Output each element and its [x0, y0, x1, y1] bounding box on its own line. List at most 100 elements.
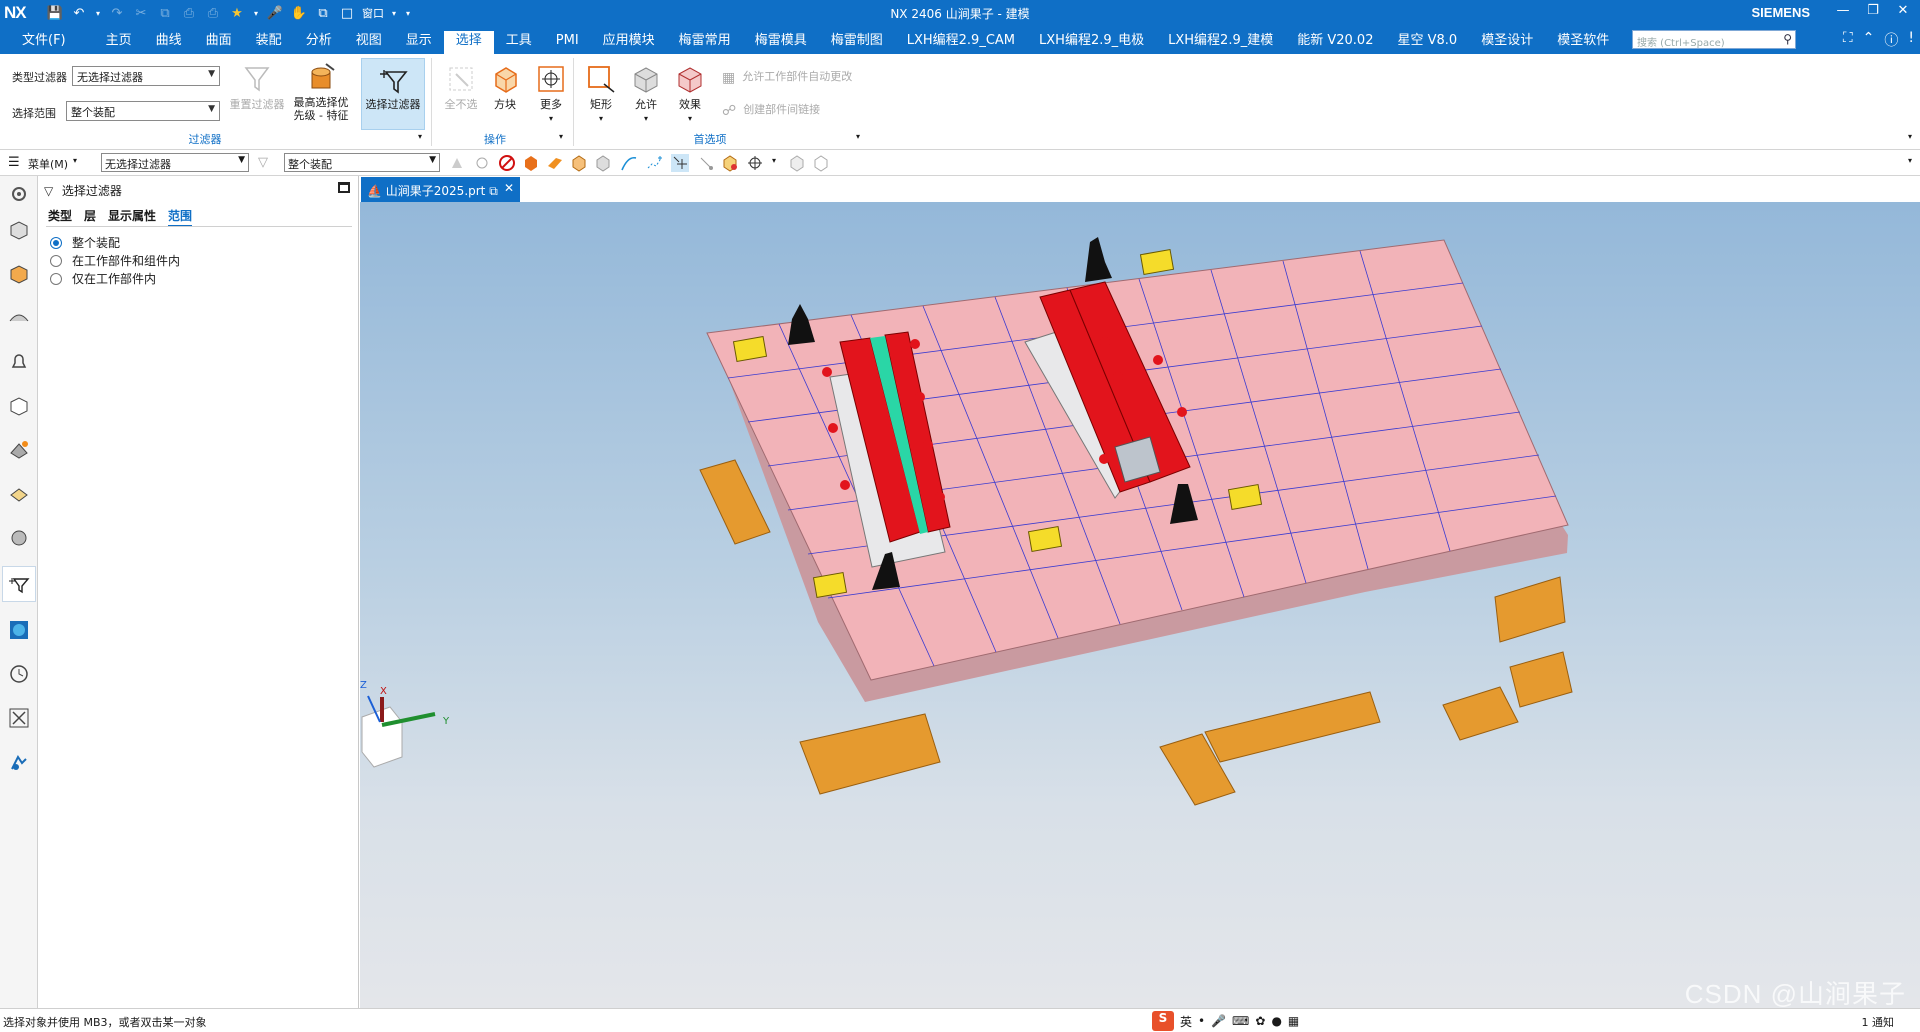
- assembly-navigator-icon[interactable]: [5, 216, 33, 244]
- wire-cube-icon[interactable]: [812, 154, 830, 172]
- end-point-icon[interactable]: [697, 154, 715, 172]
- ime-skin-icon[interactable]: ✿: [1255, 1014, 1265, 1028]
- group-expand-icon[interactable]: ▾: [856, 132, 860, 141]
- tools-icon[interactable]: [5, 704, 33, 732]
- ribbon-tab-21[interactable]: 模圣软件: [1545, 31, 1621, 53]
- hd3d-tools-icon[interactable]: [5, 436, 33, 464]
- scope-option-2[interactable]: 仅在工作部件内: [50, 270, 156, 287]
- create-interpart-link-button[interactable]: ☍ 创建部件间链接: [722, 103, 872, 118]
- snap-point-icon[interactable]: [671, 154, 689, 172]
- ribbon-tab-19[interactable]: 星空 V8.0: [1385, 31, 1469, 53]
- menu-hamburger-icon[interactable]: ☰: [8, 155, 20, 170]
- ribbon-tab-15[interactable]: LXH编程2.9_CAM: [895, 31, 1027, 53]
- body-face-icon[interactable]: [570, 154, 588, 172]
- panel-tab-3[interactable]: 范围: [168, 207, 193, 227]
- roles-icon[interactable]: [5, 748, 33, 776]
- ime-mic-icon[interactable]: 🎤: [1211, 1014, 1226, 1028]
- scope-option-1[interactable]: 在工作部件和组件内: [50, 252, 180, 269]
- panel-tab-0[interactable]: 类型: [48, 207, 72, 227]
- search-icon[interactable]: ⚲: [1783, 32, 1792, 46]
- graphics-window[interactable]: Z X Y: [360, 202, 1920, 1008]
- alert-icon[interactable]: !: [1908, 30, 1914, 50]
- document-tab[interactable]: ⛵ 山涧果子2025.prt ⧉ ✕: [361, 177, 520, 202]
- highest-priority-feature-button[interactable]: 最高选择优 先级 - 特征: [288, 60, 354, 122]
- reset-filter-icon[interactable]: ▽: [258, 155, 268, 170]
- ribbon-tab-13[interactable]: 梅雷模具: [743, 31, 819, 53]
- reset-filter-button[interactable]: 重置过滤器: [227, 62, 287, 111]
- ribbon-tab-4[interactable]: 装配: [244, 31, 294, 53]
- part-navigator-icon[interactable]: [5, 304, 33, 332]
- ribbon-tab-8[interactable]: 选择: [443, 31, 494, 54]
- command-search-input[interactable]: 搜索 (Ctrl+Space) ⚲: [1632, 30, 1796, 49]
- more-button[interactable]: 更多 ▾: [530, 62, 572, 125]
- ribbon-tab-14[interactable]: 梅雷制图: [819, 31, 895, 53]
- ribbon-tab-2[interactable]: 曲线: [144, 31, 194, 53]
- scope-option-0[interactable]: 整个装配: [50, 234, 120, 251]
- panel-tab-1[interactable]: 层: [84, 207, 96, 227]
- effect-button[interactable]: 效果 ▾: [669, 62, 711, 125]
- globe-icon[interactable]: [5, 616, 33, 644]
- block-select-button[interactable]: 方块: [484, 62, 526, 111]
- menu-button[interactable]: 菜单(M): [28, 156, 68, 172]
- clock-icon[interactable]: [5, 660, 33, 688]
- toolbar-type-filter-select[interactable]: 无选择过滤器 ▼: [101, 153, 249, 172]
- close-icon[interactable]: ✕: [1892, 3, 1914, 18]
- close-tab-icon[interactable]: ✕: [504, 181, 514, 195]
- no-select-icon[interactable]: [498, 154, 516, 172]
- ribbon-tab-16[interactable]: LXH编程2.9_电极: [1027, 31, 1156, 53]
- component-icon[interactable]: [721, 154, 739, 172]
- allow-button[interactable]: 允许 ▾: [625, 62, 667, 125]
- point-icon[interactable]: [644, 154, 662, 172]
- help-icon[interactable]: ⓘ: [1884, 30, 1898, 50]
- web-browser-icon[interactable]: [5, 480, 33, 508]
- deselect-all-button[interactable]: 全不选: [440, 62, 482, 111]
- history-palette-icon[interactable]: [5, 524, 33, 552]
- ribbon-tab-5[interactable]: 分析: [294, 31, 344, 53]
- ime-lang-toggle[interactable]: 英: [1180, 1013, 1192, 1030]
- menu-dropdown-icon[interactable]: ▾: [73, 156, 77, 165]
- group-expand-icon[interactable]: ▾: [559, 132, 563, 141]
- full-screen-icon[interactable]: ⛶: [1843, 30, 1853, 50]
- radio-button[interactable]: [50, 273, 62, 285]
- restore-icon[interactable]: ❐: [1862, 3, 1884, 18]
- sogou-logo-icon[interactable]: S: [1152, 1011, 1174, 1031]
- ribbon-tab-6[interactable]: 视图: [344, 31, 394, 53]
- gray-cube-icon[interactable]: [788, 154, 806, 172]
- group-expand-icon[interactable]: ▾: [418, 132, 422, 141]
- allow-work-part-change-button[interactable]: ▦ 允许工作部件自动更改: [722, 70, 872, 85]
- ribbon-tab-3[interactable]: 曲面: [194, 31, 244, 53]
- curve-icon[interactable]: [620, 154, 638, 172]
- collapse-ribbon-icon[interactable]: ⌃: [1863, 30, 1875, 50]
- ribbon-options-icon[interactable]: ▾: [1908, 132, 1912, 141]
- snap-dropdown-icon[interactable]: ▾: [772, 156, 776, 165]
- ribbon-tab-17[interactable]: LXH编程2.9_建模: [1156, 31, 1285, 53]
- ribbon-tab-11[interactable]: 应用模块: [591, 31, 667, 53]
- panel-tab-2[interactable]: 显示属性: [108, 207, 156, 227]
- ime-game-icon[interactable]: ●: [1271, 1014, 1281, 1028]
- maximize-panel-icon[interactable]: [338, 182, 350, 193]
- ribbon-tab-12[interactable]: 梅雷常用: [667, 31, 743, 53]
- scope-select[interactable]: 整个装配 ▼: [66, 101, 220, 121]
- rectangle-select-button[interactable]: 矩形 ▾: [580, 62, 622, 125]
- fixture-model[interactable]: Z X Y: [360, 202, 1920, 1008]
- deselect-icon[interactable]: [473, 154, 491, 172]
- ime-keyboard-icon[interactable]: ⌨: [1232, 1014, 1249, 1028]
- face-icon[interactable]: [546, 154, 564, 172]
- ribbon-tab-7[interactable]: 显示: [394, 31, 444, 53]
- radio-button[interactable]: [50, 255, 62, 267]
- selection-filter-button[interactable]: 选择过滤器: [361, 58, 425, 130]
- ime-menu-icon[interactable]: ▦: [1288, 1014, 1299, 1028]
- ribbon-tab-18[interactable]: 能新 V20.02: [1285, 31, 1385, 53]
- ribbon-tab-20[interactable]: 模圣设计: [1469, 31, 1545, 53]
- bell-icon[interactable]: [5, 348, 33, 376]
- ribbon-tab-1[interactable]: 主页: [94, 31, 144, 53]
- ribbon-tab-file[interactable]: 文件(F): [10, 31, 94, 53]
- feature-select-icon[interactable]: [448, 154, 466, 172]
- ribbon-tab-10[interactable]: PMI: [544, 31, 591, 53]
- radio-button[interactable]: [50, 237, 62, 249]
- solid-body-icon[interactable]: [522, 154, 540, 172]
- crosshair-select-icon[interactable]: [746, 154, 764, 172]
- reuse-library-icon[interactable]: [5, 392, 33, 420]
- gray-body-icon[interactable]: [594, 154, 612, 172]
- constraint-navigator-icon[interactable]: [5, 260, 33, 288]
